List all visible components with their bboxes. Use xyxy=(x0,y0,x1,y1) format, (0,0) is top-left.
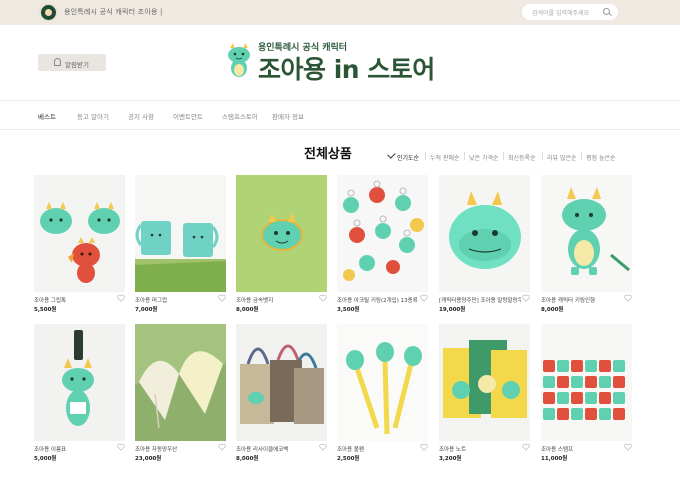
heart-icon[interactable] xyxy=(420,294,428,302)
heart-icon[interactable] xyxy=(624,443,632,451)
product-price: 7,000원 xyxy=(135,307,158,313)
product-image[interactable] xyxy=(541,324,632,441)
search-input[interactable]: 검색어를 입력해주세요 xyxy=(522,4,618,20)
product-price: 3,500원 xyxy=(337,307,360,313)
nav-item-notice[interactable]: 공지 사항 xyxy=(128,111,154,121)
heart-icon[interactable] xyxy=(522,443,530,451)
product-price: 8,000원 xyxy=(236,456,259,462)
product-image[interactable] xyxy=(337,175,428,292)
mascot-logo-icon xyxy=(228,43,250,77)
notification-button[interactable]: 알림받기 xyxy=(38,54,106,71)
heart-icon[interactable] xyxy=(218,294,226,302)
product-image[interactable] xyxy=(439,324,530,441)
product-price: 8,000원 xyxy=(541,307,564,313)
site-caption: 용인특례시 공식 캐릭터 조아용 | xyxy=(64,8,163,16)
bell-icon xyxy=(54,58,61,66)
product-name[interactable]: 조아용 그립톡 xyxy=(34,296,116,304)
nav-item-seller-info[interactable]: 판매자 정보 xyxy=(272,111,304,121)
heart-icon[interactable] xyxy=(319,294,327,302)
brand-title: 조아용 in 스토어 xyxy=(258,55,435,84)
product-image[interactable] xyxy=(337,324,428,441)
product-price: 5,500원 xyxy=(34,307,57,313)
sort-sales[interactable]: 누적 판매순 xyxy=(430,153,460,162)
product-price: 2,500원 xyxy=(337,456,360,462)
product-name[interactable]: 조아용 금속뱃지 xyxy=(236,296,318,304)
product-price: 11,000원 xyxy=(541,456,568,462)
product-name[interactable]: 조아용 리사이클에코백 xyxy=(236,445,318,453)
product-image[interactable] xyxy=(236,324,327,441)
divider xyxy=(542,152,543,160)
nav-item-event[interactable]: 이벤트안트 xyxy=(173,111,203,121)
product-image[interactable] xyxy=(135,175,226,292)
product-name[interactable]: 조아용 캐릭터 키링인형 xyxy=(541,296,623,304)
heart-icon[interactable] xyxy=(218,443,226,451)
nav-item-best[interactable]: 베스트 xyxy=(38,111,56,121)
heart-icon[interactable] xyxy=(522,294,530,302)
heart-icon[interactable] xyxy=(420,443,428,451)
product-name[interactable]: [캐릭터용양주민] 조아용 말랑말랑쿠션 xyxy=(439,296,521,304)
product-price: 23,000원 xyxy=(135,456,162,462)
product-name[interactable]: 조아용 스탬프 xyxy=(541,445,623,453)
brand-logo[interactable]: 용인특례시 공식 캐릭터 조아용 in 스토어 xyxy=(222,38,452,86)
divider xyxy=(581,152,582,160)
product-name[interactable]: 조아용 자동양우산 xyxy=(135,445,217,453)
product-image[interactable] xyxy=(34,175,125,292)
divider xyxy=(464,152,465,160)
sort-popular[interactable]: 인기도순 xyxy=(397,153,419,162)
product-image[interactable] xyxy=(439,175,530,292)
divider xyxy=(503,152,504,160)
notification-label: 알림받기 xyxy=(65,61,89,69)
page-title: 전체상품 xyxy=(304,147,352,162)
nav-item-about[interactable]: 등고 알아기 xyxy=(77,111,109,121)
product-image[interactable] xyxy=(236,175,327,292)
sort-low-price[interactable]: 낮은 가격순 xyxy=(469,153,499,162)
sort-newest[interactable]: 최신등록순 xyxy=(508,153,536,162)
product-name[interactable]: 조아용 이름표 xyxy=(34,445,116,453)
product-price: 3,200원 xyxy=(439,456,462,462)
sort-rating[interactable]: 평점 높은순 xyxy=(586,153,616,162)
main-nav: 베스트 등고 알아기 공지 사항 이벤트안트 스탬프스토어 판매자 정보 xyxy=(0,100,680,130)
product-price: 5,000원 xyxy=(34,456,57,462)
product-name[interactable]: 조아용 머그컵 xyxy=(135,296,217,304)
search-placeholder: 검색어를 입력해주세요 xyxy=(532,10,590,17)
heart-icon[interactable] xyxy=(624,294,632,302)
product-price: 8,000원 xyxy=(236,307,259,313)
search-icon[interactable] xyxy=(603,8,610,15)
product-name[interactable]: 조아용 볼펜 xyxy=(337,445,419,453)
product-name[interactable]: 조아용 아크릴 키링(2개입) 13종류 xyxy=(337,296,419,304)
top-bar: 용인특례시 공식 캐릭터 조아용 | 검색어를 입력해주세요 xyxy=(0,0,680,25)
product-image[interactable] xyxy=(34,324,125,441)
nav-item-stamp-store[interactable]: 스탬프스토어 xyxy=(222,111,258,121)
product-price: 19,000원 xyxy=(439,307,466,313)
heart-icon[interactable] xyxy=(319,443,327,451)
city-logo-icon[interactable] xyxy=(39,3,58,22)
heart-icon[interactable] xyxy=(117,294,125,302)
product-image[interactable] xyxy=(135,324,226,441)
heart-icon[interactable] xyxy=(117,443,125,451)
check-icon xyxy=(387,150,396,159)
sort-reviews[interactable]: 리뷰 많은순 xyxy=(547,153,577,162)
divider xyxy=(425,152,426,160)
product-image[interactable] xyxy=(541,175,632,292)
product-name[interactable]: 조아용 노트 xyxy=(439,445,521,453)
